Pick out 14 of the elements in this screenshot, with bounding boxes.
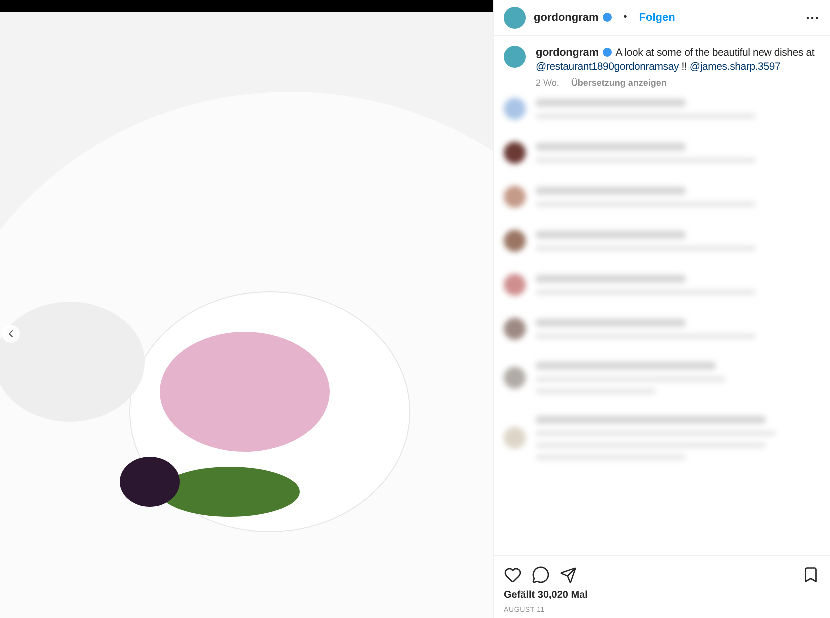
caption-text: gordongram A look at some of the beautiful new dishes at @restaurant1890gordonramsay !! @james.sharp.3597 bbox=[536, 46, 816, 74]
heart-icon[interactable] bbox=[504, 566, 522, 584]
mention-link[interactable]: @restaurant1890gordonramsay bbox=[536, 61, 680, 73]
username[interactable]: gordongram bbox=[534, 12, 599, 24]
bookmark-icon[interactable] bbox=[802, 566, 820, 584]
avatar[interactable] bbox=[504, 46, 526, 68]
comment-icon[interactable] bbox=[532, 566, 550, 584]
avatar[interactable] bbox=[504, 6, 526, 28]
post-age: 2 Wo. bbox=[536, 78, 560, 88]
send-icon[interactable] bbox=[560, 566, 577, 584]
more-button[interactable]: ··· bbox=[806, 10, 820, 26]
like-count[interactable]: Gefällt 30,020 Mal bbox=[504, 590, 820, 601]
separator: • bbox=[624, 12, 628, 23]
mention-link[interactable]: @james.sharp.3597 bbox=[690, 61, 781, 73]
